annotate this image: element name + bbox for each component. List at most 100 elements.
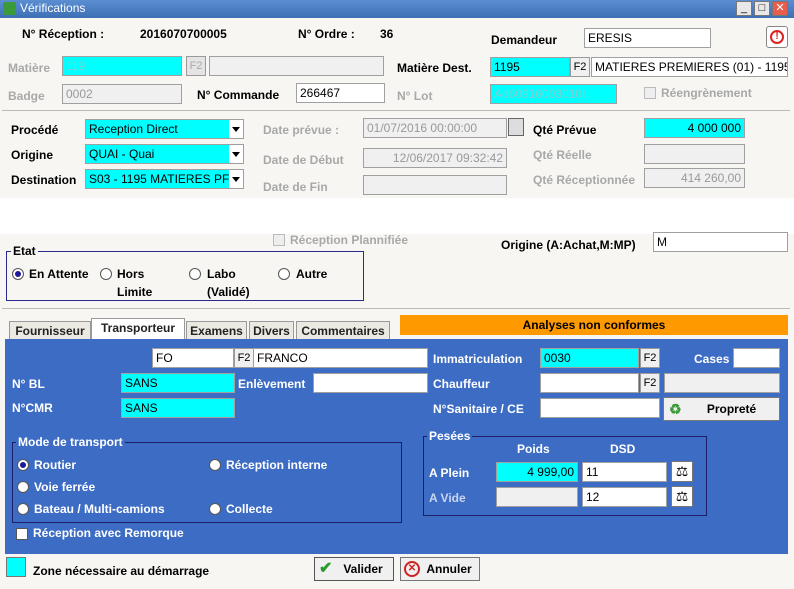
date-prevue-label: Date prévue : <box>263 123 340 137</box>
chauffeur-field[interactable] <box>540 373 639 393</box>
etat-labo-radio[interactable] <box>189 268 201 280</box>
transport-code-field[interactable]: FO <box>152 348 234 368</box>
vide-poids-field[interactable] <box>496 487 578 507</box>
remorque-checkbox[interactable] <box>16 528 28 540</box>
qte-recep-field[interactable]: 414 260,00 <box>644 168 745 188</box>
date-prevue-field[interactable]: 01/07/2016 00:00:00 <box>363 118 507 138</box>
bl-field[interactable]: SANS <box>121 373 235 393</box>
chevron-down-icon[interactable] <box>229 120 243 138</box>
destination-value: S03 - 1195 MATIERES PF <box>89 172 230 186</box>
poids-header: Poids <box>517 442 550 456</box>
matiere-dest-desc-field: MATIERES PREMIERES (01) - 1195 <box>591 57 788 77</box>
immat-field[interactable]: 0030 <box>540 348 639 368</box>
mode-collecte-label: Collecte <box>226 502 273 516</box>
ordre-value: 36 <box>380 27 394 41</box>
required-legend-label: Zone nécessaire au démarrage <box>33 564 210 578</box>
reception-planifiee-checkbox[interactable] <box>273 234 285 246</box>
proprete-button[interactable]: ♻ Propreté <box>663 397 780 421</box>
lot-field[interactable]: Ad60916003010I <box>490 84 617 104</box>
etat-en-attente-radio[interactable] <box>12 268 24 280</box>
dsd-header: DSD <box>610 442 636 456</box>
sanitaire-label: N°Sanitaire / CE <box>433 402 524 416</box>
origine-achat-field[interactable]: M <box>653 232 788 252</box>
maximize-button[interactable]: □ <box>754 1 770 16</box>
qte-prevue-field[interactable]: 4 000 000 <box>644 118 745 138</box>
badge-field[interactable]: 0002 <box>62 84 182 104</box>
tab-divers[interactable]: Divers <box>249 321 294 341</box>
valider-button[interactable]: ✔ Valider <box>314 557 394 581</box>
spacer <box>0 198 794 234</box>
tab-examens[interactable]: Examens <box>186 321 247 341</box>
remorque-label: Réception avec Remorque <box>33 526 184 540</box>
enlevement-field[interactable] <box>313 373 428 393</box>
commande-label: N° Commande <box>197 88 280 102</box>
minimize-button[interactable]: _ <box>736 1 752 16</box>
immat-f2-button[interactable]: F2 <box>640 348 660 368</box>
chevron-down-icon[interactable] <box>229 170 243 188</box>
tab-fournisseur[interactable]: Fournisseur <box>9 321 91 341</box>
date-debut-label: Date de Début <box>263 153 344 167</box>
mode-voie-radio[interactable] <box>17 481 29 493</box>
divider <box>2 110 790 111</box>
etat-hors-label: Hors <box>117 267 145 281</box>
mode-collecte-radio[interactable] <box>209 503 221 515</box>
chauffeur-label: Chauffeur <box>433 377 490 391</box>
matiere-dest-field[interactable]: 1195 <box>490 57 570 77</box>
transport-code-desc-field: FRANCO <box>253 348 428 368</box>
vide-dsd-field[interactable]: 12 <box>582 487 667 507</box>
recycle-icon: ♻ <box>669 401 682 417</box>
close-button[interactable]: ✕ <box>772 1 788 16</box>
chauffeur-desc-field <box>664 373 780 393</box>
sanitaire-field[interactable] <box>540 398 660 418</box>
annuler-button[interactable]: ✕ Annuler <box>400 557 480 581</box>
qte-reelle-field[interactable] <box>644 144 745 164</box>
regrenement-checkbox[interactable] <box>644 87 656 99</box>
matiere-dest-f2-button[interactable]: F2 <box>570 57 590 77</box>
matiere-label: Matière <box>8 61 51 75</box>
matiere-field[interactable]: 119 <box>62 56 182 76</box>
scale-icon[interactable]: ⚖ <box>671 461 693 482</box>
commande-field[interactable]: 266467 <box>296 83 385 103</box>
matiere-f2-button[interactable]: F2 <box>186 56 206 76</box>
mode-interne-radio[interactable] <box>209 459 221 471</box>
date-fin-field[interactable] <box>363 175 507 195</box>
tab-transporteur[interactable]: Transporteur <box>91 318 185 341</box>
cmr-label: N°CMR <box>12 401 53 415</box>
transport-code-f2-button[interactable]: F2 <box>234 348 254 368</box>
destination-select[interactable]: S03 - 1195 MATIERES PF <box>85 169 244 189</box>
mode-transport-title: Mode de transport <box>16 435 125 449</box>
plein-dsd-field[interactable]: 11 <box>582 462 667 482</box>
mode-bateau-radio[interactable] <box>17 503 29 515</box>
cases-field[interactable] <box>733 348 780 368</box>
pesees-title: Pesées <box>427 429 473 443</box>
etat-hors-limite-radio[interactable] <box>100 268 112 280</box>
plein-label: A Plein <box>429 466 470 480</box>
mode-bateau-label: Bateau / Multi-camions <box>34 502 165 516</box>
regrenement-label: Réengrènement <box>661 86 752 100</box>
procede-value: Reception Direct <box>89 122 178 136</box>
cmr-field[interactable]: SANS <box>121 398 235 418</box>
origine-select[interactable]: QUAI - Quai <box>85 144 244 164</box>
mode-voie-label: Voie ferrée <box>34 480 96 494</box>
procede-select[interactable]: Reception Direct <box>85 119 244 139</box>
date-debut-field[interactable]: 12/06/2017 09:32:42 <box>363 148 507 168</box>
etat-labo-label: Labo <box>207 267 236 281</box>
qte-recep-label: Qté Réceptionnée <box>533 173 636 187</box>
scale-icon[interactable]: ⚖ <box>671 486 693 507</box>
reception-label: N° Réception : <box>22 27 105 41</box>
info-button[interactable]: ! <box>766 26 788 48</box>
mode-routier-radio[interactable] <box>17 459 29 471</box>
etat-en-attente-label: En Attente <box>29 267 89 281</box>
date-fin-label: Date de Fin <box>263 180 328 194</box>
origine-label: Origine <box>11 148 54 162</box>
demandeur-field[interactable]: ERESIS <box>584 28 711 48</box>
calendar-icon[interactable] <box>508 118 524 136</box>
qte-prevue-label: Qté Prévue <box>533 123 597 137</box>
matiere-dest-label: Matière Dest. <box>397 61 472 75</box>
tab-commentaires[interactable]: Commentaires <box>296 321 390 341</box>
chevron-down-icon[interactable] <box>229 145 243 163</box>
chauffeur-f2-button[interactable]: F2 <box>640 373 660 393</box>
etat-autre-radio[interactable] <box>278 268 290 280</box>
plein-poids-field[interactable]: 4 999,00 <box>496 462 578 482</box>
badge-label: Badge <box>8 89 45 103</box>
